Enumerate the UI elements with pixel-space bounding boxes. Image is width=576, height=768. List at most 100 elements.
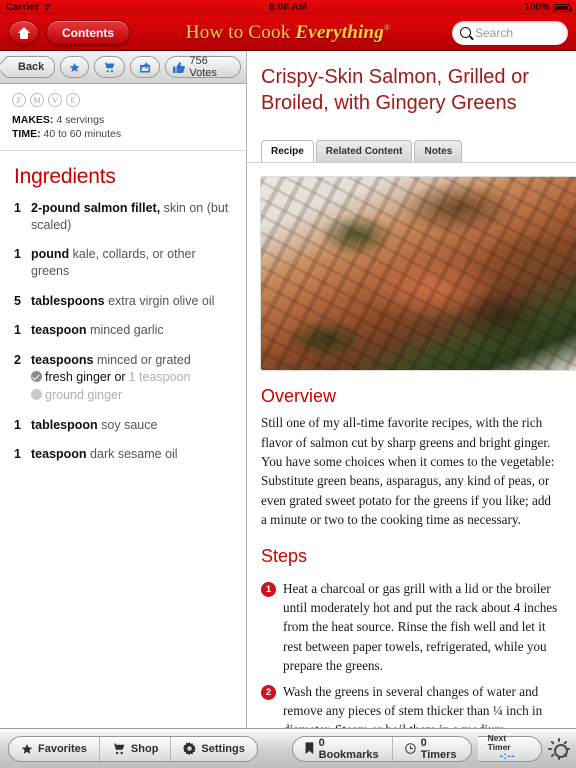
cart-icon bbox=[103, 62, 115, 72]
ingredient-qty: 1 bbox=[14, 447, 21, 462]
ingredient-rest: dark sesame oil bbox=[86, 447, 178, 462]
main-content: Back 756 Votes F M V E MAKES: 4 servings… bbox=[0, 51, 576, 743]
cart-icon bbox=[111, 743, 125, 754]
tab-recipe[interactable]: Recipe bbox=[261, 140, 314, 163]
star-icon bbox=[21, 743, 33, 754]
ginger-option-ground[interactable]: ground ginger bbox=[31, 387, 191, 404]
favorite-button[interactable] bbox=[60, 56, 90, 78]
ingredient-bold: teaspoon bbox=[31, 323, 87, 338]
ginger-option-fresh[interactable]: fresh ginger or 1 teaspoon bbox=[31, 369, 191, 386]
app-title-part1: How to Cook bbox=[185, 21, 296, 43]
favorites-button[interactable]: Favorites bbox=[9, 737, 99, 761]
list-item[interactable]: 1 2-pound salmon fillet, skin on (but sc… bbox=[14, 200, 234, 233]
contents-button[interactable]: Contents bbox=[46, 20, 130, 45]
search-placeholder: Search bbox=[475, 25, 514, 40]
settings-button[interactable]: Settings bbox=[170, 736, 256, 761]
votes-label: 756 Votes bbox=[189, 55, 217, 79]
page-title: Crispy-Skin Salmon, Grilled or Broiled, … bbox=[261, 66, 529, 114]
share-button[interactable] bbox=[130, 56, 161, 78]
home-button[interactable] bbox=[8, 20, 39, 45]
list-item[interactable]: 5 tablespoons extra virgin olive oil bbox=[14, 293, 234, 310]
dietary-badges: F M V E bbox=[12, 93, 234, 107]
ingredient-text: 2-pound salmon fillet, skin on (but scal… bbox=[27, 200, 234, 233]
option-alt-qty: 1 teaspoon bbox=[128, 370, 191, 385]
tab-notes[interactable]: Notes bbox=[414, 140, 463, 163]
ingredients-pane: Back 756 Votes F M V E MAKES: 4 servings… bbox=[0, 51, 247, 743]
shopping-cart-button[interactable] bbox=[94, 56, 126, 78]
bottom-toolbar: Favorites Shop Settings 0 Bookmarks 0 Ti… bbox=[0, 728, 576, 768]
status-bar-clock: 8:08 AM bbox=[269, 2, 307, 13]
ingredient-rest: extra virgin olive oil bbox=[104, 293, 215, 308]
steps-heading: Steps bbox=[261, 545, 308, 566]
list-item[interactable]: 1 teaspoon dark sesame oil bbox=[14, 446, 234, 463]
next-timer-value: -:-- bbox=[499, 751, 516, 763]
radio-checked-icon[interactable] bbox=[31, 371, 42, 383]
gear-icon bbox=[183, 742, 197, 755]
next-timer-display[interactable]: Next Timer -:-- bbox=[477, 733, 543, 763]
ingredient-qty: 2 bbox=[14, 352, 21, 367]
ingredient-text: teaspoon dark sesame oil bbox=[27, 446, 178, 463]
overview-heading: Overview bbox=[261, 386, 337, 407]
bookmarks-button[interactable]: 0 Bookmarks bbox=[293, 737, 392, 761]
ingredient-qty: 1 bbox=[14, 201, 21, 215]
shop-label: Shop bbox=[130, 742, 159, 755]
timers-button[interactable]: 0 Timers bbox=[391, 736, 471, 761]
shop-button[interactable]: Shop bbox=[98, 736, 171, 761]
time-line: TIME: 40 to 60 minutes bbox=[12, 128, 234, 140]
ingredient-bold: 2-pound salmon fillet, bbox=[31, 201, 161, 215]
votes-button[interactable]: 756 Votes bbox=[165, 55, 242, 79]
library-button-group: Favorites Shop Settings bbox=[8, 735, 258, 762]
list-item[interactable]: 1 pound kale, collards, or other greens bbox=[14, 246, 234, 279]
overview-text: Still one of my all-time favorite recipe… bbox=[261, 415, 555, 528]
bookmark-icon bbox=[305, 742, 314, 755]
ingredient-qty: 1 bbox=[14, 417, 21, 432]
ingredient-text: teaspoons minced or grated fresh ginger … bbox=[27, 352, 191, 404]
thumbs-up-icon bbox=[173, 61, 186, 73]
ingredients-list: Ingredients 1 2-pound salmon fillet, ski… bbox=[0, 151, 246, 743]
time-label: TIME: bbox=[12, 128, 41, 140]
bookmarks-label: 0 Bookmarks bbox=[318, 736, 379, 761]
ingredient-bold: teaspoon bbox=[31, 447, 87, 462]
ingredient-bold: pound bbox=[31, 247, 70, 262]
status-bar: Carrier 8:08 AM 100% bbox=[0, 0, 576, 15]
step-number-badge: 2 bbox=[261, 684, 276, 700]
list-item[interactable]: 2 teaspoons minced or grated fresh ginge… bbox=[14, 352, 234, 404]
app-window: Carrier 8:08 AM 100% Contents How to Coo… bbox=[0, 0, 576, 768]
list-item[interactable]: 1 teaspoon minced garlic bbox=[14, 322, 234, 339]
search-field[interactable]: Search bbox=[452, 20, 568, 45]
list-item[interactable]: 1 tablespoon soy sauce bbox=[14, 417, 234, 434]
makes-label: MAKES: bbox=[12, 114, 54, 126]
badge-v: V bbox=[48, 93, 62, 107]
home-icon bbox=[17, 26, 31, 39]
option-fresh-label: fresh ginger or bbox=[45, 370, 126, 385]
time-value: 40 to 60 minutes bbox=[43, 128, 122, 140]
step-number-badge: 1 bbox=[261, 581, 276, 597]
back-button[interactable]: Back bbox=[5, 56, 56, 78]
radio-unchecked-icon[interactable] bbox=[31, 389, 42, 400]
ingredient-bold: tablespoon bbox=[31, 417, 98, 432]
share-icon bbox=[140, 61, 151, 73]
registered-mark: ® bbox=[383, 23, 391, 33]
star-icon bbox=[69, 62, 80, 72]
brightness-icon[interactable] bbox=[548, 737, 571, 760]
ingredient-qty: 1 bbox=[14, 247, 21, 262]
ingredient-rest: soy sauce bbox=[97, 417, 158, 432]
timers-label: 0 Timers bbox=[420, 736, 457, 761]
navigation-bar: Contents How to Cook Everything® Search bbox=[0, 15, 576, 51]
app-title-part2: Everything bbox=[295, 21, 384, 43]
makes-value: 4 servings bbox=[56, 114, 105, 126]
tab-related-content[interactable]: Related Content bbox=[315, 140, 413, 163]
next-timer-label: Next Timer bbox=[487, 733, 511, 753]
ingredient-text: tablespoons extra virgin olive oil bbox=[27, 293, 214, 310]
recipe-tabs: Recipe Related Content Notes bbox=[247, 116, 576, 163]
ingredient-rest: minced or grated bbox=[93, 352, 191, 367]
search-icon bbox=[460, 27, 471, 38]
ingredient-bold: tablespoons bbox=[31, 293, 105, 308]
recipe-detail-pane: Crispy-Skin Salmon, Grilled or Broiled, … bbox=[247, 51, 576, 743]
favorites-label: Favorites bbox=[38, 742, 87, 755]
badge-m: M bbox=[30, 93, 44, 107]
clock-icon bbox=[404, 743, 416, 754]
recipe-photo bbox=[261, 177, 576, 371]
recipe-action-toolbar: Back 756 Votes bbox=[0, 51, 246, 84]
bookmarks-timers-group: 0 Bookmarks 0 Timers bbox=[291, 735, 472, 762]
